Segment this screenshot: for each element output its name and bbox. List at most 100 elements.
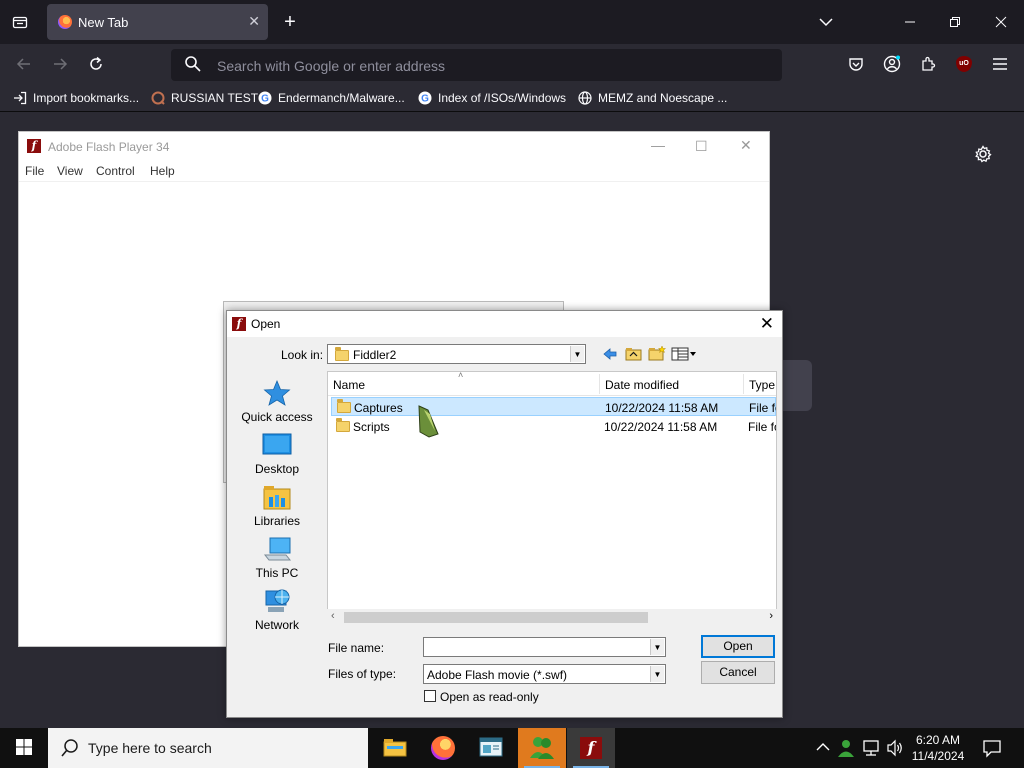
chevron-down-icon[interactable]: ▼ bbox=[650, 666, 664, 682]
taskbar-app-window[interactable] bbox=[467, 728, 515, 768]
account-icon[interactable] bbox=[882, 54, 902, 74]
list-all-tabs-icon[interactable] bbox=[10, 12, 30, 32]
hamburger-menu-icon[interactable] bbox=[990, 54, 1010, 74]
chevron-down-icon[interactable]: ▼ bbox=[570, 346, 584, 362]
bookmark-label: MEMZ and Noescape ... bbox=[598, 91, 728, 105]
place-libraries[interactable]: Libraries bbox=[232, 483, 322, 528]
taskbar-firefox[interactable] bbox=[419, 728, 467, 768]
place-label: Libraries bbox=[253, 514, 301, 528]
restore-button[interactable] bbox=[945, 12, 965, 32]
navigation-toolbar: Search with Google or enter address uO bbox=[0, 44, 1024, 84]
place-label: Quick access bbox=[241, 410, 313, 424]
flash-logo-icon: f bbox=[580, 737, 602, 759]
gear-icon[interactable] bbox=[973, 144, 993, 164]
taskbar-flash-player[interactable]: f bbox=[567, 728, 615, 768]
flash-close-button[interactable]: ✕ bbox=[740, 137, 752, 154]
column-name[interactable]: Name bbox=[333, 378, 365, 392]
address-bar[interactable]: Search with Google or enter address bbox=[171, 49, 782, 81]
chevron-up-icon[interactable] bbox=[816, 741, 830, 755]
file-name-label: File name: bbox=[328, 641, 385, 655]
files-of-type-dropdown[interactable]: Adobe Flash movie (*.swf) ▼ bbox=[423, 664, 666, 684]
google-icon: G bbox=[257, 90, 273, 106]
cancel-button[interactable]: Cancel bbox=[701, 661, 775, 684]
column-date-modified[interactable]: Date modified bbox=[605, 378, 679, 392]
pocket-icon[interactable] bbox=[846, 54, 866, 74]
tab-title: New Tab bbox=[78, 15, 129, 30]
look-in-label: Look in: bbox=[281, 348, 324, 362]
dialog-title-bar: f Open ✕ bbox=[227, 311, 782, 337]
menu-view[interactable]: View bbox=[57, 164, 83, 178]
notification-icon[interactable] bbox=[982, 738, 1002, 761]
chevron-down-icon[interactable]: ▼ bbox=[650, 639, 664, 655]
import-icon bbox=[12, 90, 28, 106]
firefox-favicon-icon bbox=[58, 15, 72, 29]
flash-logo-icon: f bbox=[27, 139, 41, 153]
menu-control[interactable]: Control bbox=[96, 164, 135, 178]
minimize-button[interactable] bbox=[900, 12, 920, 32]
look-in-dropdown[interactable]: Fiddler2 ▼ bbox=[327, 344, 586, 364]
file-name: Scripts bbox=[353, 420, 390, 434]
start-button[interactable] bbox=[0, 728, 48, 768]
taskbar-search-box[interactable]: Type here to search bbox=[48, 728, 368, 768]
flash-maximize-button[interactable]: ☐ bbox=[695, 138, 708, 155]
file-name: Captures bbox=[354, 401, 403, 415]
back-arrow-icon[interactable] bbox=[14, 54, 34, 74]
new-folder-icon[interactable] bbox=[648, 345, 667, 365]
bookmark-memz[interactable]: MEMZ and Noescape ... bbox=[577, 90, 727, 106]
back-folder-icon[interactable] bbox=[602, 346, 618, 365]
sort-arrow-icon: ˄ bbox=[458, 371, 464, 380]
new-tab-button[interactable]: + bbox=[280, 11, 300, 33]
bookmark-index-isos[interactable]: G Index of /ISOs/Windows bbox=[417, 90, 566, 106]
bookmark-endermanch[interactable]: G Endermanch/Malware... bbox=[257, 90, 405, 106]
place-this-pc[interactable]: This PC bbox=[232, 535, 322, 580]
place-network[interactable]: Network bbox=[232, 587, 322, 632]
close-window-button[interactable] bbox=[991, 12, 1011, 32]
look-in-value: Fiddler2 bbox=[353, 348, 397, 362]
dialog-close-icon[interactable]: ✕ bbox=[760, 314, 774, 334]
scroll-right-icon[interactable]: › bbox=[769, 610, 773, 622]
file-list[interactable]: Name ˄ Date modified Type Captures 10/22… bbox=[327, 371, 777, 625]
scroll-thumb[interactable] bbox=[344, 612, 648, 623]
horizontal-scrollbar[interactable]: ‹ › bbox=[327, 609, 777, 626]
menu-file[interactable]: File bbox=[25, 164, 44, 178]
up-folder-icon[interactable] bbox=[625, 346, 643, 365]
read-only-checkbox[interactable] bbox=[424, 690, 436, 702]
file-date: 10/22/2024 11:58 AM bbox=[605, 401, 719, 415]
scroll-left-icon[interactable]: ‹ bbox=[331, 610, 335, 622]
tab-new-tab[interactable]: New Tab ✕ bbox=[47, 4, 268, 40]
bookmark-russian-test[interactable]: RUSSIAN TEST bbox=[150, 90, 258, 106]
reload-icon[interactable] bbox=[86, 54, 106, 74]
file-row-captures[interactable]: Captures 10/22/2024 11:58 AM File fo bbox=[331, 397, 776, 416]
place-desktop[interactable]: Desktop bbox=[232, 431, 322, 476]
flash-title-bar: f Adobe Flash Player 34 — ☐ ✕ bbox=[19, 132, 769, 160]
hidden-panel-edge bbox=[782, 360, 812, 411]
file-row-scripts[interactable]: Scripts 10/22/2024 11:58 AM File fo bbox=[331, 417, 776, 436]
file-explorer-icon bbox=[383, 737, 407, 760]
ublock-origin-icon[interactable]: uO bbox=[954, 54, 974, 74]
search-icon bbox=[60, 738, 80, 761]
file-name-input[interactable]: ▼ bbox=[423, 637, 666, 657]
column-type[interactable]: Type bbox=[749, 378, 775, 392]
bookmark-import[interactable]: Import bookmarks... bbox=[12, 90, 139, 106]
bookmark-label: Endermanch/Malware... bbox=[278, 91, 405, 105]
extensions-icon[interactable] bbox=[918, 54, 938, 74]
menu-help[interactable]: Help bbox=[150, 164, 175, 178]
flash-window-title: Adobe Flash Player 34 bbox=[48, 140, 170, 154]
close-tab-icon[interactable]: ✕ bbox=[248, 13, 260, 30]
taskbar-clock[interactable]: 6:20 AM 11/4/2024 bbox=[910, 732, 966, 764]
flash-minimize-button[interactable]: — bbox=[651, 137, 665, 153]
chevron-down-icon[interactable] bbox=[816, 12, 836, 32]
user-tray-icon[interactable] bbox=[837, 738, 855, 761]
site-icon bbox=[150, 90, 166, 106]
forward-arrow-icon[interactable] bbox=[50, 54, 70, 74]
libraries-icon bbox=[262, 483, 292, 511]
taskbar-messenger[interactable] bbox=[518, 728, 566, 768]
files-of-type-value: Adobe Flash movie (*.swf) bbox=[427, 668, 568, 682]
open-button[interactable]: Open bbox=[701, 635, 775, 658]
network-tray-icon[interactable] bbox=[862, 739, 882, 760]
place-quick-access[interactable]: Quick access bbox=[232, 379, 322, 424]
taskbar-file-explorer[interactable] bbox=[371, 728, 419, 768]
volume-icon[interactable] bbox=[886, 739, 904, 760]
places-bar: Quick access Desktop Libraries This PC N… bbox=[232, 371, 322, 632]
view-menu-icon[interactable] bbox=[671, 346, 697, 365]
